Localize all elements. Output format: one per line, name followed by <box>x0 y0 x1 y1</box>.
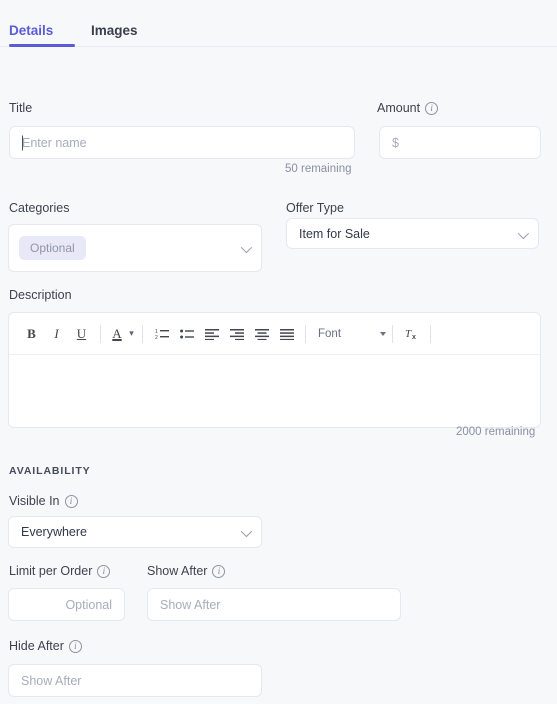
categories-label: Categories <box>9 201 69 215</box>
description-label: Description <box>9 288 72 302</box>
description-editor-body[interactable] <box>8 354 541 428</box>
offer-type-label: Offer Type <box>286 201 344 215</box>
font-dropdown-label: Font <box>318 327 342 340</box>
offer-type-value: Item for Sale <box>299 226 370 241</box>
show-after-placeholder: Show After <box>160 597 221 612</box>
categories-select[interactable]: Optional <box>8 224 262 272</box>
visible-in-label: Visible In i <box>9 494 78 508</box>
align-justify-icon[interactable] <box>274 321 299 346</box>
toolbar-divider <box>430 324 431 343</box>
show-after-label: Show After i <box>147 564 226 578</box>
description-remaining-counter: 2000 remaining <box>456 426 536 438</box>
amount-placeholder: $ <box>392 135 399 150</box>
amount-label-text: Amount <box>377 101 421 115</box>
amount-input[interactable]: $ <box>379 126 541 159</box>
info-icon[interactable]: i <box>64 494 78 508</box>
text-cursor <box>22 135 23 150</box>
font-dropdown[interactable]: Font <box>312 328 386 340</box>
visible-in-select[interactable]: Everywhere <box>8 516 262 548</box>
chevron-down-icon <box>240 241 253 254</box>
description-label-text: Description <box>9 288 72 302</box>
tab-images[interactable]: Images <box>91 13 138 47</box>
amount-label: Amount i <box>377 101 439 115</box>
toolbar-divider <box>305 324 306 343</box>
hide-after-placeholder: Show After <box>21 673 82 688</box>
info-icon[interactable]: i <box>212 564 226 578</box>
text-color-dropdown-icon[interactable]: ▾ <box>127 321 136 346</box>
info-icon[interactable]: i <box>425 101 439 115</box>
categories-label-text: Categories <box>9 201 70 215</box>
text-color-icon[interactable]: A <box>107 321 127 346</box>
svg-text:T: T <box>405 328 412 340</box>
show-after-input[interactable]: Show After <box>147 588 401 621</box>
info-icon[interactable]: i <box>97 564 111 578</box>
toolbar-divider <box>142 324 143 343</box>
align-left-icon[interactable] <box>199 321 224 346</box>
chevron-down-icon <box>380 331 386 336</box>
limit-per-order-label: Limit per Order i <box>9 564 111 578</box>
limit-per-order-input[interactable]: Optional <box>8 588 125 621</box>
tab-details[interactable]: Details <box>9 13 53 47</box>
description-editor-toolbar: B I U A ▾ 1 2 Font T x <box>8 312 541 354</box>
categories-chip[interactable]: Optional <box>19 236 86 260</box>
title-input[interactable]: Enter name <box>9 126 355 159</box>
details-form-panel: Details Images Title Enter name 50 remai… <box>0 0 557 704</box>
show-after-label-text: Show After <box>147 564 208 578</box>
limit-per-order-placeholder: Optional <box>65 597 112 612</box>
tab-bar: Details Images <box>0 0 557 47</box>
title-label-text: Title <box>9 101 33 115</box>
limit-per-order-label-text: Limit per Order <box>9 564 93 578</box>
info-icon[interactable]: i <box>68 639 82 653</box>
toolbar-divider <box>392 324 393 343</box>
title-remaining-counter: 50 remaining <box>285 163 352 175</box>
visible-in-value: Everywhere <box>21 525 87 539</box>
title-label: Title <box>9 101 32 115</box>
italic-icon[interactable]: I <box>44 321 69 346</box>
bullet-list-icon[interactable] <box>174 321 199 346</box>
chevron-down-icon <box>517 227 530 239</box>
svg-text:x: x <box>412 334 416 340</box>
toolbar-divider <box>100 324 101 343</box>
svg-text:2: 2 <box>155 335 158 340</box>
offer-type-label-text: Offer Type <box>286 201 344 215</box>
clear-format-icon[interactable]: T x <box>399 321 424 346</box>
availability-section-heading: AVAILABILITY <box>9 465 91 477</box>
hide-after-input[interactable]: Show After <box>8 664 262 697</box>
align-center-icon[interactable] <box>249 321 274 346</box>
chevron-down-icon <box>240 525 253 538</box>
bold-icon[interactable]: B <box>19 321 44 346</box>
hide-after-label: Hide After i <box>9 639 82 653</box>
align-right-icon[interactable] <box>224 321 249 346</box>
tab-active-indicator <box>9 44 75 47</box>
underline-icon[interactable]: U <box>69 321 94 346</box>
visible-in-label-text: Visible In <box>9 494 60 508</box>
hide-after-label-text: Hide After <box>9 639 64 653</box>
title-placeholder: Enter name <box>22 135 87 150</box>
numbered-list-icon[interactable]: 1 2 <box>149 321 174 346</box>
offer-type-select[interactable]: Item for Sale <box>286 218 539 249</box>
